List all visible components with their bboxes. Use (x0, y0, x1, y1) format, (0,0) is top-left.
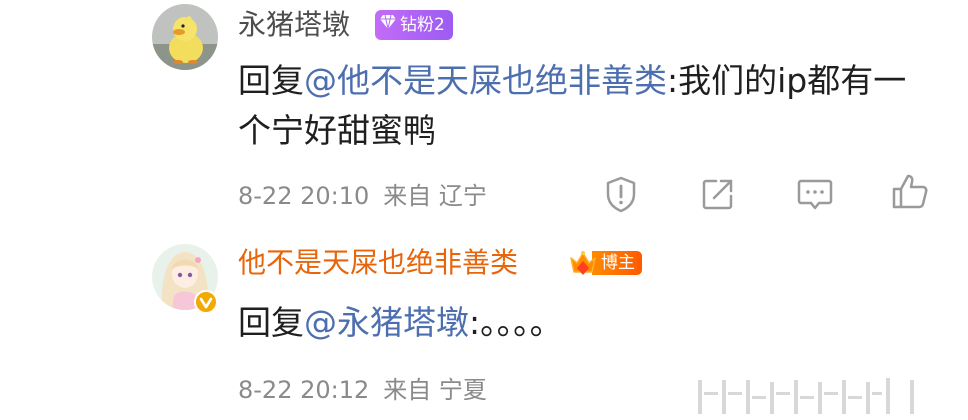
fan-level-badge[interactable]: 钻粉2 (375, 10, 453, 40)
comment-content: :。。。。 (469, 303, 563, 342)
avatar[interactable] (152, 4, 218, 70)
watermark-logo (660, 372, 968, 420)
comment-meta: 8-22 20:10 来自 辽宁 (238, 181, 487, 211)
verified-icon (194, 290, 218, 314)
mention-link[interactable]: @他不是天屎也绝非善类 (304, 61, 667, 100)
like-button[interactable] (888, 170, 932, 214)
ip-location: 来自 辽宁 (383, 182, 487, 210)
comment-text: 回复@永猪塔墩:。。。。 (238, 298, 938, 348)
fan-level-label: 钻粉2 (400, 15, 445, 35)
share-icon (700, 176, 736, 212)
username[interactable]: 他不是天屎也绝非善类 (238, 246, 518, 280)
username[interactable]: 永猪塔墩 (238, 8, 350, 42)
share-button[interactable] (696, 172, 740, 216)
blogger-badge-label: 博主 (592, 251, 642, 275)
ip-location: 来自 宁夏 (383, 376, 487, 404)
reply-icon (796, 176, 834, 212)
reply-button[interactable] (793, 172, 837, 216)
crown-icon (568, 248, 598, 278)
reply-prefix: 回复 (238, 303, 304, 342)
timestamp: 8-22 20:10 (238, 182, 370, 210)
like-icon (890, 172, 930, 212)
timestamp: 8-22 20:12 (238, 376, 370, 404)
diamond-icon (379, 10, 397, 40)
comment-meta: 8-22 20:12 来自 宁夏 (238, 375, 487, 405)
report-button[interactable] (599, 172, 643, 216)
blogger-badge: 博主 (568, 248, 642, 278)
reply-prefix: 回复 (238, 61, 304, 100)
comment-text: 回复@他不是天屎也绝非善类:我们的ip都有一个宁好甜蜜鸭 (238, 56, 938, 156)
report-icon (603, 175, 639, 213)
duck-avatar-image (152, 4, 218, 70)
mention-link[interactable]: @永猪塔墩 (304, 303, 469, 342)
comment-item: 永猪塔墩 钻粉2 回复@他不是天屎也绝非善类:我们的ip都有一个宁好甜蜜鸭 8-… (0, 0, 968, 230)
